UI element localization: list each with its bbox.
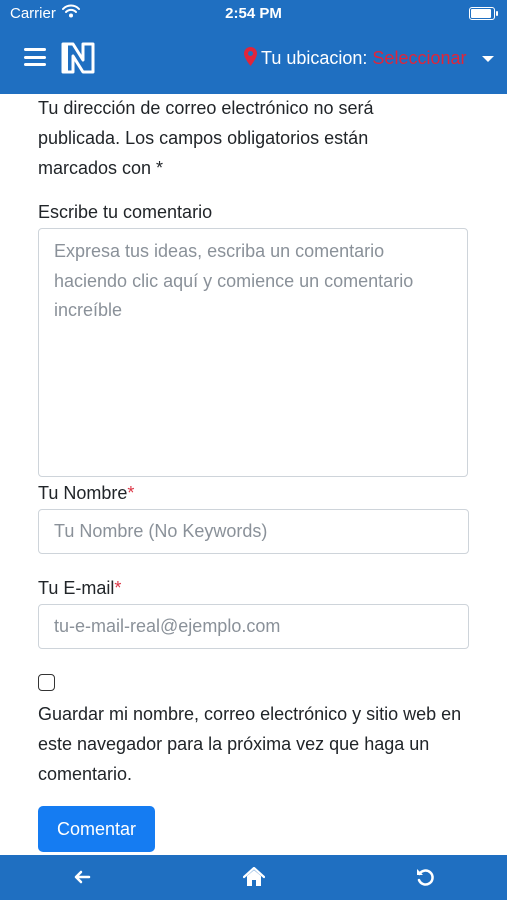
- required-asterisk: *: [114, 578, 122, 598]
- email-label-text: Tu E-mail: [38, 578, 115, 598]
- comment-textarea[interactable]: Expresa tus ideas, escriba un comentario…: [38, 228, 468, 477]
- location-label: Tu ubicacion:: [261, 48, 368, 68]
- reload-icon[interactable]: [415, 867, 435, 892]
- battery-icon: [469, 7, 498, 20]
- email-placeholder: tu-e-mail-real@ejemplo.com: [54, 616, 281, 636]
- back-arrow-icon[interactable]: [72, 867, 92, 892]
- status-time: 2:54 PM: [225, 5, 282, 22]
- required-fields-notice: Tu dirección de correo electrónico no se…: [38, 98, 374, 178]
- location-selector[interactable]: Tu ubicacion: Seleccionar: [244, 47, 494, 71]
- top-navbar: Tu ubicacion: Seleccionar: [0, 28, 507, 94]
- comment-label: Escribe tu comentario: [38, 202, 213, 222]
- logo-icon[interactable]: [60, 41, 96, 80]
- save-info-label: Guardar mi nombre, correo electrónico y …: [38, 704, 462, 784]
- email-input[interactable]: tu-e-mail-real@ejemplo.com: [38, 604, 469, 649]
- location-pin-icon: [244, 47, 257, 71]
- chevron-down-icon[interactable]: [481, 56, 494, 62]
- name-placeholder: Tu Nombre (No Keywords): [54, 521, 268, 541]
- location-value[interactable]: Seleccionar: [372, 48, 466, 68]
- name-input[interactable]: Tu Nombre (No Keywords): [38, 509, 469, 554]
- name-label: Tu Nombre*: [38, 483, 134, 504]
- menu-icon[interactable]: [24, 48, 46, 66]
- save-info-checkbox[interactable]: [38, 674, 55, 691]
- email-label: Tu E-mail*: [38, 578, 121, 599]
- home-icon[interactable]: [242, 866, 266, 892]
- bottom-toolbar: [0, 855, 507, 900]
- status-bar: Carrier 2:54 PM: [0, 0, 507, 28]
- comment-placeholder: Expresa tus ideas, escriba un comentario…: [54, 241, 414, 320]
- submit-comment-button[interactable]: Comentar: [38, 806, 155, 852]
- required-asterisk: *: [127, 483, 135, 503]
- name-label-text: Tu Nombre: [38, 483, 128, 503]
